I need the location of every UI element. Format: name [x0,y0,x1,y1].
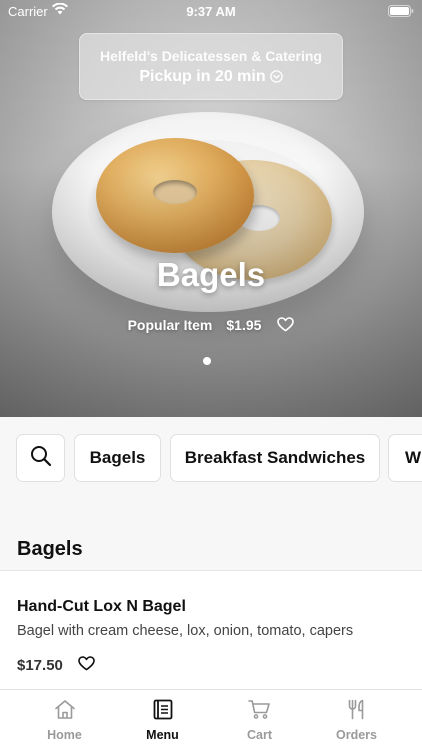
menu-item[interactable]: Hand-Cut Lox N Bagel Bagel with cream ch… [0,571,422,689]
battery-icon [388,5,414,20]
section-title: Bagels [17,538,83,560]
home-icon [16,699,113,721]
favorite-heart-icon[interactable] [277,317,295,335]
category-chip-breakfast-sandwiches[interactable]: Breakfast Sandwiches [170,434,380,482]
tab-label: Home [47,728,82,742]
hero-banner[interactable]: Carrier 9:37 AM Helfeld's Delicatessen &… [0,0,422,417]
heart-icon[interactable] [78,656,95,676]
status-bar: Carrier 9:37 AM [0,0,422,22]
search-icon [30,445,52,472]
tab-label: Orders [336,728,377,742]
category-chip-label: W [405,448,422,467]
menu-icon [114,699,211,721]
menu-item-price: $17.50 [17,657,63,674]
pickup-label: Pickup in 20 min [139,68,266,85]
menu-item-name: Hand-Cut Lox N Bagel [17,598,186,615]
category-search-button[interactable] [16,434,65,482]
chevron-down-icon [269,70,283,88]
hero-price: $1.95 [226,317,262,334]
pickup-time: Pickup in 20 min [80,68,342,88]
tab-home[interactable]: Home [16,690,113,750]
tab-label: Menu [146,728,179,742]
carousel-dot[interactable] [203,357,211,365]
category-chip-label: Bagels [89,448,146,467]
fork-knife-icon [308,699,405,721]
hero-meta: Popular Item $1.95 [0,316,422,335]
store-selector[interactable]: Helfeld's Delicatessen & Catering Pickup… [79,33,343,100]
cart-icon [211,699,308,721]
tab-orders[interactable]: Orders [308,690,405,750]
hero-title: Bagels [156,256,266,293]
popular-item-label: Popular Item [127,317,213,334]
category-chip-bagels[interactable]: Bagels [74,434,161,482]
category-chip-label: Breakfast Sandwiches [184,448,366,467]
menu-item-description: Bagel with cream cheese, lox, onion, tom… [17,623,354,639]
tab-cart[interactable]: Cart [211,690,308,750]
tab-menu[interactable]: Menu [114,690,211,750]
clock: 9:37 AM [186,4,236,19]
category-bar[interactable]: Bagels Breakfast Sandwiches W [0,417,422,500]
tab-label: Cart [246,728,272,742]
tab-bar: Home Menu Cart Orders [0,689,422,750]
store-name: Helfeld's Delicatessen & Catering [100,48,322,64]
category-chip-next[interactable]: W [388,434,422,482]
